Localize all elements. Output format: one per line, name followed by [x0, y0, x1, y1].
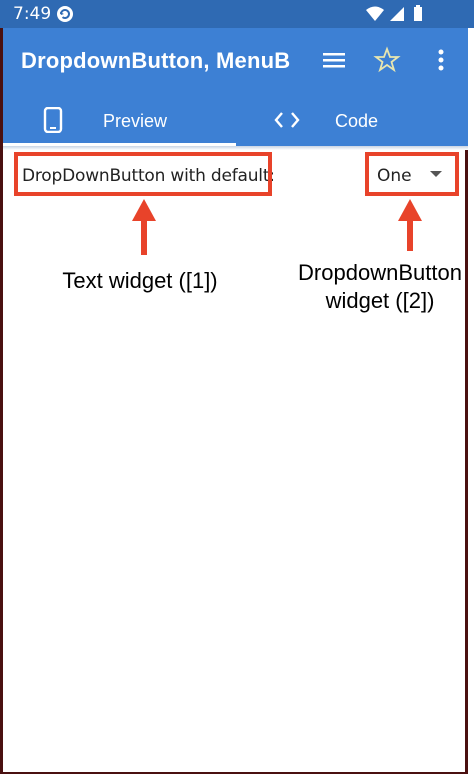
battery-icon	[414, 7, 422, 21]
tab-code-label: Code	[335, 111, 379, 131]
more-vert-icon[interactable]	[427, 46, 455, 74]
cell-signal-icon	[390, 7, 404, 21]
phone-icon	[43, 107, 63, 133]
content-shadow	[3, 146, 468, 150]
annotation-dropdown-widget: DropdownButton widget ([2])	[290, 259, 470, 315]
annotation-dropdown-line1: DropdownButton	[298, 260, 462, 285]
status-bar: 7:49	[0, 0, 474, 28]
arrow-up-icon	[398, 199, 422, 251]
app-bar: DropdownButton, MenuBu	[3, 28, 468, 94]
text-widget-highlight	[14, 152, 272, 196]
status-icons	[366, 5, 422, 21]
app-title: DropdownButton, MenuBu	[21, 48, 291, 73]
annotation-text-widget: Text widget ([1])	[62, 268, 218, 293]
star-icon[interactable]	[373, 46, 401, 74]
sync-icon	[57, 6, 73, 22]
status-time: 7:49	[13, 4, 52, 24]
arrow-up-icon	[132, 199, 156, 255]
menu-icon[interactable]	[320, 46, 348, 74]
tab-preview[interactable]: Preview	[3, 94, 236, 146]
wifi-icon	[366, 6, 384, 21]
dropdown-highlight	[365, 152, 459, 196]
tab-bar: Preview Code	[3, 94, 468, 146]
code-icon	[274, 112, 300, 128]
tab-code[interactable]: Code	[236, 94, 468, 146]
tab-preview-label: Preview	[103, 111, 168, 131]
annotation-dropdown-line2: widget ([2])	[325, 288, 435, 313]
